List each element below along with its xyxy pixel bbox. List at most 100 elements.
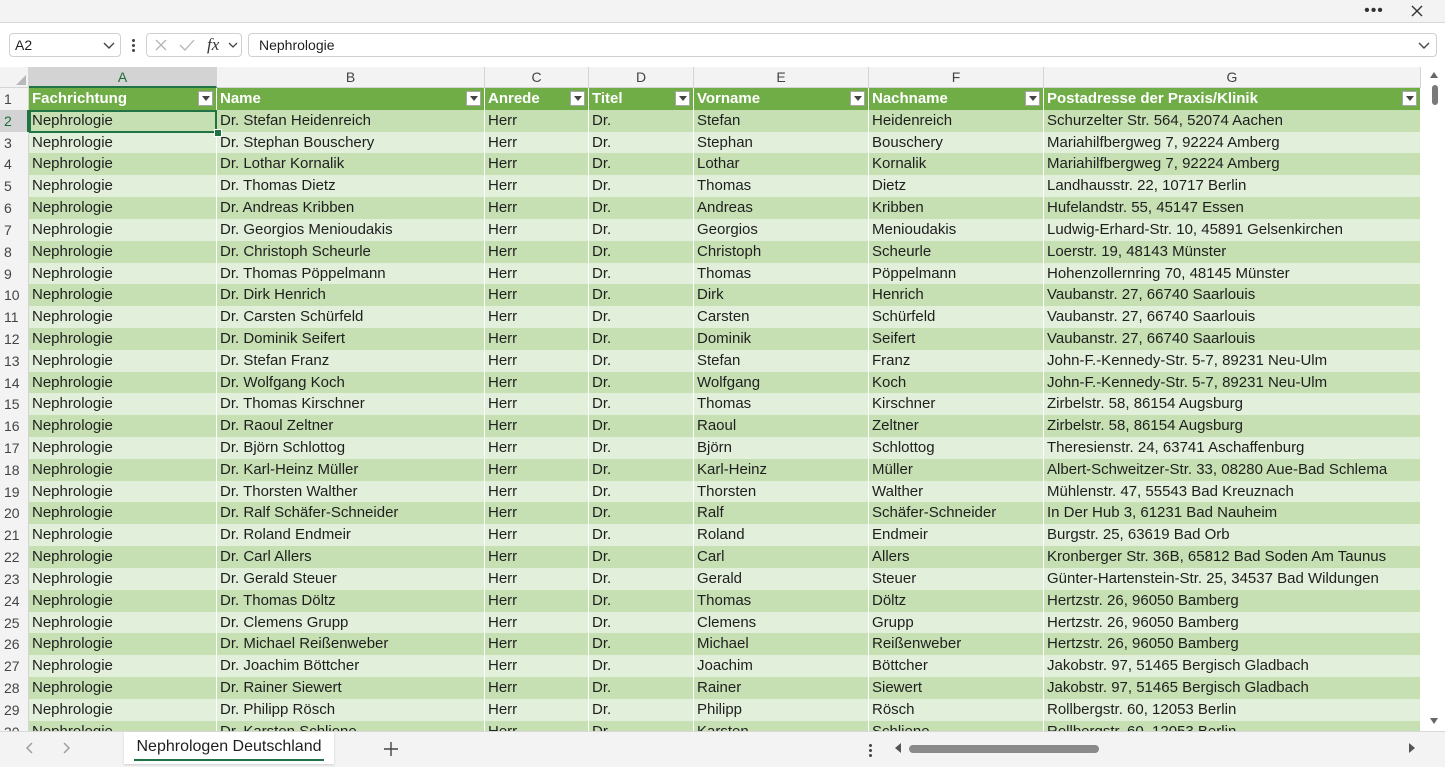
cell-name[interactable]: Dr. Björn Schlottog [217,437,485,459]
cell-titel[interactable]: Dr. [589,197,694,219]
cell-fachrichtung[interactable]: Nephrologie [29,502,217,525]
cell-nachname[interactable]: Scheurle [869,240,1044,263]
cell-fachrichtung[interactable]: Nephrologie [29,349,217,372]
cell-fachrichtung[interactable]: Nephrologie [29,480,217,503]
cell-name[interactable]: Dr. Stephan Bouschery [217,131,485,154]
row-header[interactable]: 4 [0,153,29,176]
cell-fachrichtung[interactable]: Nephrologie [29,109,217,132]
cell-nachname[interactable]: Menioudakis [869,218,1044,241]
column-header-g[interactable]: G [1044,67,1421,88]
cell-name[interactable]: Dr. Andreas Kribben [217,197,485,219]
cell-titel[interactable]: Dr. [589,175,694,198]
cell-titel[interactable]: Dr. [589,437,694,459]
cell-fachrichtung[interactable]: Nephrologie [29,371,217,394]
cell-name[interactable]: Dr. Rainer Siewert [217,676,485,699]
cell-anrede[interactable]: Herr [485,240,589,263]
sheet-tab-active[interactable]: Nephrologen Deutschland [124,732,334,764]
row-header[interactable]: 8 [0,240,29,263]
cell-anrede[interactable]: Herr [485,371,589,394]
header-cell-postadresse[interactable]: Postadresse der Praxis/Klinik [1044,88,1421,110]
cell-name[interactable]: Dr. Dominik Seifert [217,327,485,350]
cell-name[interactable]: Dr. Clemens Grupp [217,611,485,634]
cell-titel[interactable]: Dr. [589,306,694,328]
header-cell-fachrichtung[interactable]: Fachrichtung [29,88,217,110]
cell-anrede[interactable]: Herr [485,393,589,416]
cell-fachrichtung[interactable]: Nephrologie [29,175,217,198]
cell-postadresse[interactable]: John-F.-Kennedy-Str. 5-7, 89231 Neu-Ulm [1044,349,1421,372]
cell-titel[interactable]: Dr. [589,131,694,154]
cell-vorname[interactable]: Björn [694,437,869,459]
cell-titel[interactable]: Dr. [589,415,694,437]
row-header[interactable]: 26 [0,633,29,656]
cell-vorname[interactable]: Dominik [694,327,869,350]
cell-vorname[interactable]: Raoul [694,415,869,437]
cell-nachname[interactable]: Pöppelmann [869,262,1044,285]
cell-fachrichtung[interactable]: Nephrologie [29,218,217,241]
row-header[interactable]: 19 [0,480,29,503]
cell-postadresse[interactable]: Vaubanstr. 27, 66740 Saarlouis [1044,327,1421,350]
column-header-f[interactable]: F [869,67,1044,88]
cell-postadresse[interactable]: Zirbelstr. 58, 86154 Augsburg [1044,415,1421,437]
cell-postadresse[interactable]: Loerstr. 19, 48143 Münster [1044,240,1421,263]
cell-fachrichtung[interactable]: Nephrologie [29,458,217,481]
cell-anrede[interactable]: Herr [485,306,589,328]
cell-fachrichtung[interactable]: Nephrologie [29,546,217,568]
cell-postadresse[interactable]: Mariahilfbergweg 7, 92224 Amberg [1044,131,1421,154]
cell-nachname[interactable]: Böttcher [869,655,1044,677]
cell-anrede[interactable]: Herr [485,655,589,677]
column-header-a[interactable]: A [29,67,217,88]
header-cell-vorname[interactable]: Vorname [694,88,869,110]
chevron-down-icon[interactable] [227,39,239,51]
cell-vorname[interactable]: Wolfgang [694,371,869,394]
cell-fachrichtung[interactable]: Nephrologie [29,720,217,731]
vertical-scrollbar[interactable] [1424,67,1445,731]
more-options-button[interactable]: ••• [1362,0,1386,22]
chevron-down-icon[interactable] [102,38,116,52]
cell-nachname[interactable]: Schliene [869,720,1044,731]
cell-nachname[interactable]: Steuer [869,567,1044,590]
cell-postadresse[interactable]: Mühlenstr. 47, 55543 Bad Kreuznach [1044,480,1421,503]
cell-nachname[interactable]: Koch [869,371,1044,394]
cell-titel[interactable]: Dr. [589,698,694,721]
filter-dropdown-icon[interactable] [675,91,690,106]
filter-dropdown-icon[interactable] [198,91,213,106]
row-header[interactable]: 10 [0,284,29,307]
cell-nachname[interactable]: Müller [869,458,1044,481]
cell-postadresse[interactable]: Schurzelter Str. 564, 52074 Aachen [1044,109,1421,132]
expand-formula-icon[interactable] [1417,38,1431,52]
cell-nachname[interactable]: Zeltner [869,415,1044,437]
cell-titel[interactable]: Dr. [589,567,694,590]
cell-titel[interactable]: Dr. [589,676,694,699]
cell-postadresse[interactable]: Hertzstr. 26, 96050 Bamberg [1044,611,1421,634]
cell-anrede[interactable]: Herr [485,327,589,350]
cell-anrede[interactable]: Herr [485,676,589,699]
cell-postadresse[interactable]: Kronberger Str. 36B, 65812 Bad Soden Am … [1044,546,1421,568]
cell-titel[interactable]: Dr. [589,633,694,656]
cell-fachrichtung[interactable]: Nephrologie [29,698,217,721]
cell-postadresse[interactable]: Vaubanstr. 27, 66740 Saarlouis [1044,306,1421,328]
filter-dropdown-icon[interactable] [1025,91,1040,106]
cell-postadresse[interactable]: John-F.-Kennedy-Str. 5-7, 89231 Neu-Ulm [1044,371,1421,394]
cell-nachname[interactable]: Henrich [869,284,1044,307]
row-header[interactable]: 16 [0,415,29,437]
cell-vorname[interactable]: Lothar [694,153,869,176]
cell-name[interactable]: Dr. Carl Allers [217,546,485,568]
cell-anrede[interactable]: Herr [485,458,589,481]
fill-handle[interactable] [214,129,222,137]
cell-titel[interactable]: Dr. [589,153,694,176]
cell-vorname[interactable]: Michael [694,633,869,656]
row-header[interactable]: 20 [0,502,29,525]
row-header[interactable]: 13 [0,349,29,372]
scroll-right-icon[interactable] [1407,742,1417,754]
cell-vorname[interactable]: Roland [694,524,869,547]
cell-fachrichtung[interactable]: Nephrologie [29,567,217,590]
cell-titel[interactable]: Dr. [589,480,694,503]
cell-vorname[interactable]: Ralf [694,502,869,525]
cell-titel[interactable]: Dr. [589,589,694,612]
cell-postadresse[interactable]: In Der Hub 3, 61231 Bad Nauheim [1044,502,1421,525]
column-header-b[interactable]: B [217,67,485,88]
cell-nachname[interactable]: Döltz [869,589,1044,612]
name-box[interactable]: A2 [9,33,121,57]
cell-nachname[interactable]: Seifert [869,327,1044,350]
cell-titel[interactable]: Dr. [589,458,694,481]
